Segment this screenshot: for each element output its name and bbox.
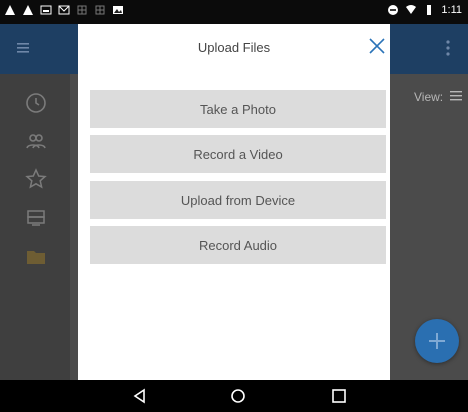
battery-icon (427, 5, 432, 15)
plus-icon (429, 333, 445, 349)
sidebar (0, 74, 70, 380)
clock-icon[interactable] (24, 91, 48, 115)
recents-icon[interactable] (331, 388, 347, 404)
dialog-title: Upload Files (197, 40, 271, 55)
navigation-bar (0, 380, 468, 412)
view-label: View: (414, 90, 444, 104)
list-view-icon[interactable] (449, 90, 463, 102)
warning-icon (23, 5, 33, 15)
menu-icon[interactable] (16, 41, 30, 55)
upload-from-device-button[interactable]: Upload from Device (90, 181, 386, 219)
record-video-button[interactable]: Record a Video (90, 135, 386, 173)
grid-icon (77, 5, 87, 15)
storage-icon[interactable] (24, 206, 48, 230)
status-time: 1:11 (441, 4, 462, 16)
more-vertical-icon[interactable] (438, 38, 458, 58)
upload-files-dialog: Upload Files Take a Photo Record a Video… (78, 24, 390, 380)
mail-icon (58, 5, 70, 15)
close-icon[interactable] (368, 37, 386, 55)
status-icons-left (4, 4, 124, 16)
take-photo-button[interactable]: Take a Photo (90, 90, 386, 128)
warning-icon (5, 5, 15, 15)
people-icon[interactable] (24, 129, 48, 153)
star-icon[interactable] (24, 167, 48, 191)
status-bar: 1:11 (0, 0, 468, 24)
folder-icon[interactable] (24, 245, 48, 269)
home-icon[interactable] (230, 388, 246, 404)
minus-circle-icon (388, 5, 399, 15)
image-icon (113, 6, 123, 14)
record-audio-button[interactable]: Record Audio (90, 226, 386, 264)
photo-icon (40, 5, 52, 15)
wifi-icon (406, 5, 417, 14)
status-icons-right: 1:11 (387, 4, 462, 16)
back-icon[interactable] (132, 388, 148, 404)
add-fab-button[interactable] (415, 319, 459, 363)
grid-icon (95, 5, 105, 15)
